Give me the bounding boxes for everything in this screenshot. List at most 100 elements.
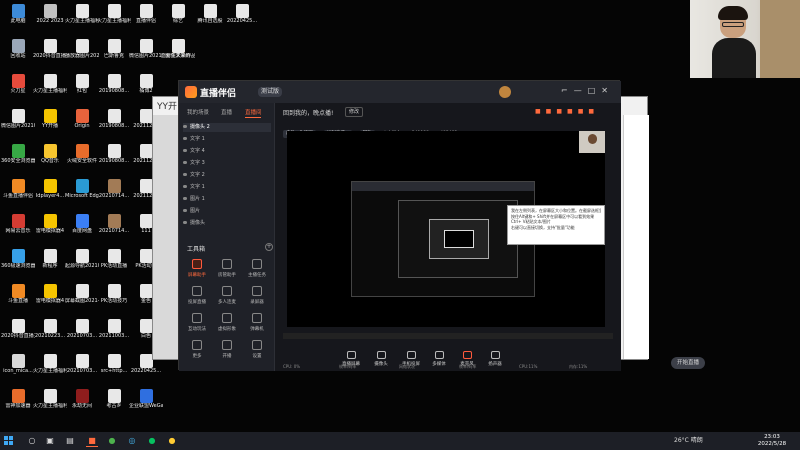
fan-icon[interactable]: ■	[578, 108, 589, 115]
desktop-icon[interactable]: 20210703...	[66, 354, 98, 388]
gift-icon[interactable]: ■	[535, 108, 546, 115]
desktop-icon[interactable]: 企业联盟WeGame版	[129, 389, 163, 423]
live-preview[interactable]: 我在左侧列表，在屏幕区大小和位置。在截屏选框里 按住Alt键和+ Shift并在…	[287, 131, 605, 327]
desktop-icon[interactable]: PK活动技巧	[98, 284, 130, 318]
tool-button[interactable]: 设置	[243, 340, 271, 364]
desktop-icon[interactable]: 腾讯自选股	[194, 4, 226, 38]
desktop-icon[interactable]: 屏幕截图2021-07-...	[65, 284, 99, 318]
scene-item[interactable]: 文字 3	[183, 159, 271, 168]
desktop-icon[interactable]: 斗鱼直播伴侣	[2, 179, 34, 213]
scene-item[interactable]: 图片 1	[183, 195, 271, 204]
chrome-icon[interactable]: ●	[106, 435, 118, 447]
desktop-icon[interactable]: 20190808...	[98, 74, 130, 108]
tool-button[interactable]: 录屏器	[243, 286, 271, 310]
desktop-icon[interactable]: 直播伴侣	[130, 4, 162, 38]
task-view-icon[interactable]: ▣	[44, 435, 56, 447]
desktop-icon[interactable]: 20190808...	[98, 109, 130, 143]
desktop-icon[interactable]: 综艺	[162, 4, 194, 38]
desktop-icon[interactable]: 360极速浏览器	[1, 249, 35, 283]
desktop-icon[interactable]: icon_mica...	[2, 354, 34, 388]
tab-my-scenes[interactable]: 我的场景	[187, 108, 209, 116]
desktop-icon[interactable]: 起源导航20210...	[65, 249, 99, 283]
desktop-icon[interactable]: 2020抖音直播主播	[33, 39, 67, 73]
scene-item[interactable]: 文字 1	[183, 183, 271, 192]
bag-icon[interactable]: ■	[546, 108, 557, 115]
desktop-icon[interactable]: 百度网盘	[66, 214, 98, 248]
desktop-icon[interactable]: 火力星主播福利产品（云播）	[33, 389, 67, 423]
desktop-icon[interactable]: 微信图片20211...	[129, 39, 163, 73]
desktop-icon[interactable]: 2020抖音直播主播	[1, 319, 35, 353]
scene-item[interactable]: 摄像头	[183, 219, 271, 228]
desktop-icon[interactable]: 20220425...	[226, 4, 258, 38]
desktop-icon[interactable]: Origin	[66, 109, 98, 143]
add-tool-icon[interactable]: +	[265, 243, 273, 251]
tool-button[interactable]: 房管助手	[213, 259, 241, 283]
desktop-icon[interactable]: 微信图片20210422	[1, 109, 35, 143]
desktop-icon[interactable]: 回收站	[2, 39, 34, 73]
desktop-icon[interactable]: 20190808...	[98, 144, 130, 178]
app-titlebar[interactable]: 直播伴侣 测试版 ⌐—□✕	[179, 81, 621, 103]
desktop-icon[interactable]: PK活动直播	[98, 249, 130, 283]
scene-item[interactable]: 文字 1	[183, 135, 271, 144]
scene-item[interactable]: 图片	[183, 207, 271, 216]
tool-button[interactable]: 互动玩法	[183, 313, 211, 337]
desktop-icon[interactable]: 20210714...	[98, 179, 130, 213]
desktop-icon[interactable]: 20210714...	[98, 214, 130, 248]
weather-widget[interactable]: 26°C 晴朗	[674, 435, 703, 447]
start-live-button[interactable]: 开始直播	[671, 357, 705, 369]
chat-icon[interactable]: ■	[567, 108, 578, 115]
desktop-icon[interactable]: Idplayer4...	[34, 179, 66, 213]
desktop-icon[interactable]: QQ音乐	[34, 144, 66, 178]
scene-item[interactable]: 摄像头 2	[183, 123, 271, 132]
desktop-icon[interactable]: YY开播	[34, 109, 66, 143]
eye-icon[interactable]	[183, 185, 187, 188]
close-icon[interactable]: ✕	[601, 86, 614, 95]
tool-button[interactable]: 主播任务	[243, 259, 271, 283]
live-assistant-window[interactable]: 直播伴侣 测试版 ⌐—□✕ 我的场景 直播 直播间 摄像头 2 文字 1 文字 4 文…	[178, 80, 705, 371]
desktop-icon[interactable]: 雷神加速器	[2, 389, 34, 423]
desktop-icon[interactable]: 雷电模拟器4	[34, 284, 66, 318]
tool-button[interactable]: 开播	[213, 340, 241, 364]
desktop-icon[interactable]: 360安全浏览器	[1, 144, 35, 178]
tool-button[interactable]: 更多	[183, 340, 211, 364]
desktop-icon[interactable]: 20211003...	[98, 319, 130, 353]
eye-icon[interactable]	[183, 209, 187, 212]
more-icon[interactable]: ■	[588, 108, 599, 115]
desktop-icon[interactable]: 永劫无间	[66, 389, 98, 423]
system-clock[interactable]: 23:03 2022/5/28	[752, 434, 792, 448]
desktop-icon[interactable]: 火绒安全软件	[66, 144, 98, 178]
minimize-icon[interactable]: —	[574, 86, 588, 95]
desktop-icon[interactable]: 此电脑	[2, 4, 34, 38]
desktop-icon[interactable]: 面向未来的	[162, 39, 194, 73]
tool-button[interactable]: 多人连麦	[213, 286, 241, 310]
eye-icon[interactable]	[183, 197, 187, 200]
preview-toolbar[interactable]	[283, 333, 613, 339]
eye-icon[interactable]	[183, 125, 187, 128]
desktop-icon[interactable]: 20210703...	[66, 319, 98, 353]
desktop-icon[interactable]: src+http...	[98, 354, 130, 388]
windows-start-icon[interactable]	[4, 436, 14, 446]
tool-button[interactable]: 弹幕机	[243, 313, 271, 337]
edge-icon[interactable]: ◎	[126, 435, 138, 447]
eye-icon[interactable]	[183, 161, 187, 164]
desktop-icon[interactable]: 网易云音乐	[2, 214, 34, 248]
scene-item[interactable]: 文字 2	[183, 171, 271, 180]
collapse-icon[interactable]: ⌐	[561, 86, 574, 95]
desktop-icon[interactable]: 斗鱼直播	[2, 284, 34, 318]
desktop-icon[interactable]: 火力星主播福利统计	[65, 4, 99, 38]
eye-icon[interactable]	[183, 137, 187, 140]
live-assistant-taskbar-icon[interactable]: ■	[86, 435, 98, 447]
share-icon[interactable]: ■	[556, 108, 567, 115]
search-icon[interactable]: ○	[26, 435, 38, 447]
desktop-icon[interactable]: 红包	[66, 74, 98, 108]
window-controls[interactable]: ⌐—□✕	[561, 86, 614, 95]
preview-webcam-source[interactable]	[579, 131, 605, 153]
yy-icon[interactable]: ●	[166, 435, 178, 447]
maximize-icon[interactable]: □	[588, 86, 602, 95]
top-right-tools[interactable]: ■■■■■■	[535, 108, 599, 115]
file-explorer-icon[interactable]: ▤	[64, 435, 76, 447]
tool-button[interactable]: 屏幕助手	[183, 259, 211, 283]
desktop-icon[interactable]: 新程序	[34, 249, 66, 283]
desktop-icon[interactable]: 火力星主播福利产品	[33, 74, 67, 108]
user-avatar[interactable]	[499, 86, 511, 98]
